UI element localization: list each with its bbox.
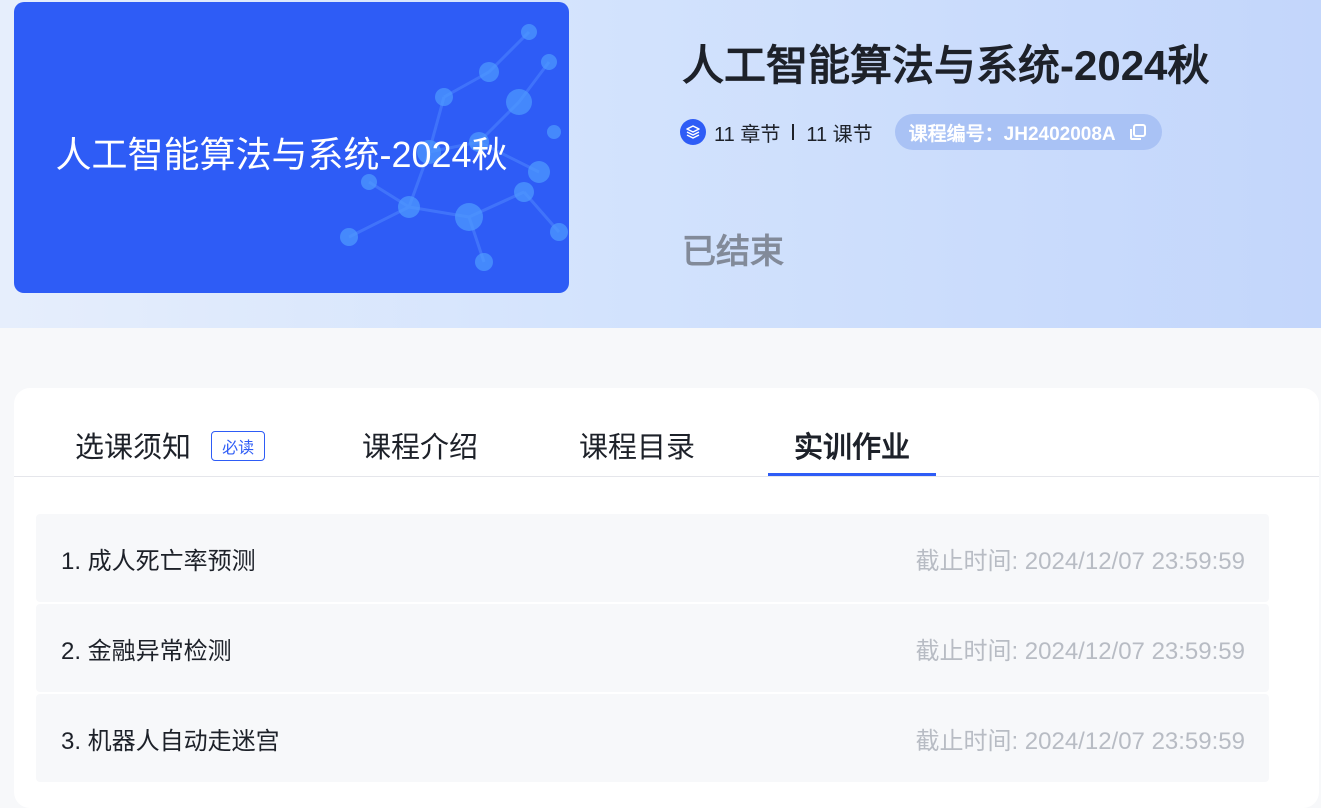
layers-icon [680, 119, 706, 145]
tab-course-catalog[interactable]: 课程目录 [579, 424, 695, 466]
course-title: 人工智能算法与系统-2024秋 [682, 42, 1210, 89]
course-cover[interactable]: 人工智能算法与系统-2024秋 [14, 2, 569, 293]
assignment-deadline: 截止时间: 2024/12/07 23:59:59 [915, 637, 1245, 665]
active-tab-indicator [768, 473, 936, 476]
assignment-title: 2. 金融异常检测 [61, 637, 232, 665]
tab-assignments[interactable]: 实训作业 [794, 424, 910, 466]
lesson-count: 11 课节 [806, 123, 873, 146]
copy-icon[interactable] [1128, 122, 1148, 142]
assignment-item[interactable]: 3. 机器人自动走迷宫 截止时间: 2024/12/07 23:59:59 [36, 694, 1269, 782]
assignment-deadline: 截止时间: 2024/12/07 23:59:59 [915, 727, 1245, 755]
course-meta: 11 章节 11 课节 课程编号：JH2402008A [680, 114, 1162, 150]
meta-divider [792, 124, 795, 140]
course-code: 课程编号：JH2402008A [908, 123, 1116, 145]
course-status: 已结束 [682, 233, 784, 271]
cover-title: 人工智能算法与系统-2024秋 [55, 134, 508, 175]
tab-course-intro[interactable]: 课程介绍 [362, 424, 478, 466]
must-read-badge: 必读 [211, 431, 266, 462]
tab-label: 选课须知 [75, 432, 192, 464]
assignment-title: 3. 机器人自动走迷宫 [61, 727, 280, 755]
assignment-title: 1. 成人死亡率预测 [61, 547, 256, 575]
assignment-item[interactable]: 2. 金融异常检测 截止时间: 2024/12/07 23:59:59 [36, 604, 1269, 692]
tab-bar: 选课须知 必读 课程介绍 课程目录 实训作业 [14, 388, 1319, 477]
assignment-list: 1. 成人死亡率预测 截止时间: 2024/12/07 23:59:59 2. … [36, 514, 1269, 784]
assignment-item[interactable]: 1. 成人死亡率预测 截止时间: 2024/12/07 23:59:59 [36, 514, 1269, 602]
assignment-deadline: 截止时间: 2024/12/07 23:59:59 [915, 547, 1245, 575]
course-code-pill: 课程编号：JH2402008A [894, 114, 1162, 150]
tab-enrollment-notice[interactable]: 选课须知 必读 [75, 424, 266, 466]
chapter-count: 11 章节 [714, 123, 781, 146]
course-header: 人工智能算法与系统-2024秋 人工智能算法与系统-2024秋 11 章节 11… [0, 0, 1321, 328]
